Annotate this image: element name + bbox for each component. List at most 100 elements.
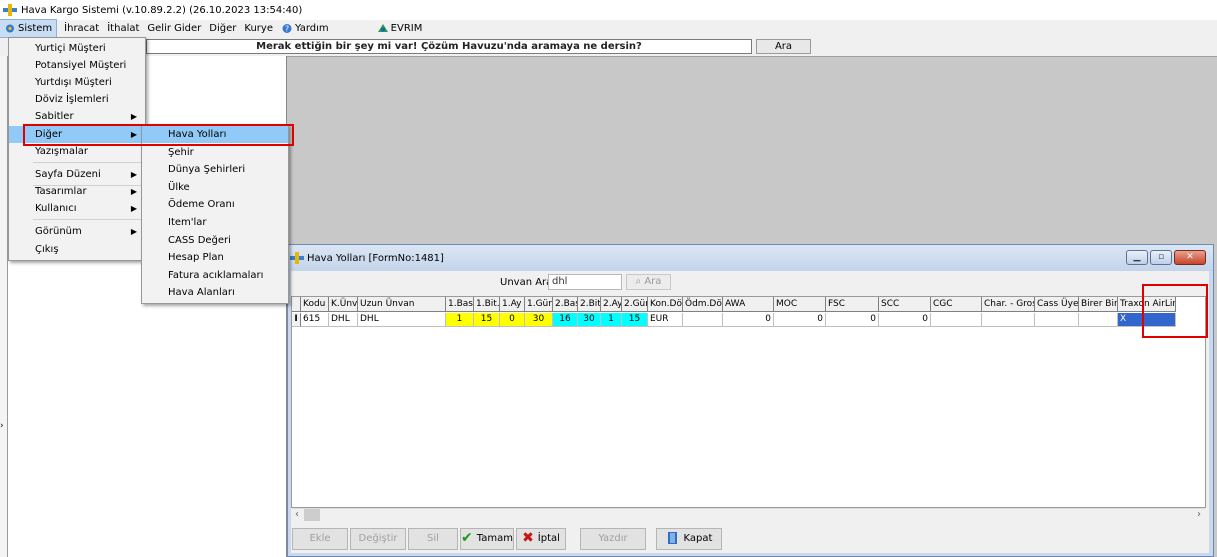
menu-evrim[interactable]: EVRIM	[373, 20, 427, 37]
menu-ithalat[interactable]: İthalat	[103, 20, 143, 37]
sil-button[interactable]: Sil	[408, 528, 458, 550]
grid-cell[interactable]: 30	[578, 313, 601, 327]
sistem-menu-item-7[interactable]: Sayfa Düzeni ▶	[9, 166, 145, 183]
column-header[interactable]: Char. - Gross	[982, 297, 1035, 312]
scroll-right-icon[interactable]: ›	[1197, 508, 1201, 522]
sistem-menu-item-4[interactable]: Sabitler ▶	[9, 108, 145, 125]
menu-gelir-gider[interactable]: Gelir Gider	[143, 20, 205, 37]
diger-submenu-item-2[interactable]: Dünya Şehirleri	[142, 161, 288, 178]
column-header[interactable]: 2.Bas	[553, 297, 578, 312]
grid-cell[interactable]: 0	[500, 313, 525, 327]
left-edge-panel	[0, 56, 8, 557]
diger-submenu-item-4[interactable]: Ödeme Oranı	[142, 196, 288, 213]
diger-submenu-item-8[interactable]: Fatura acıklamaları	[142, 267, 288, 284]
menu-kurye[interactable]: Kurye	[240, 20, 277, 37]
sistem-dropdown-menu: Yurtiçi Müşteri Potansiyel Müşteri Yurtdış…	[8, 37, 146, 261]
column-header[interactable]: FSC	[826, 297, 879, 312]
check-icon: ✔	[461, 530, 473, 546]
column-header[interactable]: Cass Üyesi	[1035, 297, 1079, 312]
diger-submenu-item-6[interactable]: CASS Değeri	[142, 232, 288, 249]
sistem-menu-item-10[interactable]: Görünüm ▶	[9, 223, 145, 240]
menu-bar: Sistem İhracat İthalat Gelir Gider Diğer…	[0, 19, 1217, 38]
grid-cell[interactable]: DHL	[329, 313, 358, 327]
grid-cell[interactable]: 0	[723, 313, 774, 327]
grid-cell[interactable]: 0	[879, 313, 931, 327]
menu-diger[interactable]: Diğer	[205, 20, 240, 37]
app-title-bar: Hava Kargo Sistemi (v.10.89.2.2) (26.10.…	[0, 0, 1217, 20]
grid-cell[interactable]: 615	[301, 313, 329, 327]
grid-cell[interactable]: 30	[525, 313, 553, 327]
column-header[interactable]: MOC	[774, 297, 826, 312]
row-indicator: I	[292, 313, 301, 327]
airlines-grid[interactable]: I Kodu 615 K.Ünv. DHL Uzun Ünvan DHL 1.Bas. 1 1.B…	[291, 296, 1206, 508]
column-header[interactable]: 2.Bit	[578, 297, 601, 312]
column-header[interactable]: SCC	[879, 297, 931, 312]
grid-cell[interactable]: DHL	[358, 313, 446, 327]
grid-cell[interactable]	[683, 313, 723, 327]
unvan-search-input[interactable]: dhl	[548, 274, 622, 290]
sistem-menu-item-1[interactable]: Potansiyel Müşteri	[9, 57, 145, 74]
grid-cell[interactable]: 1	[446, 313, 474, 327]
scrollbar-thumb[interactable]	[304, 509, 320, 521]
sistem-gear-icon	[6, 24, 14, 33]
diger-submenu-item-9[interactable]: Hava Alanları	[142, 284, 288, 301]
svg-text:?: ?	[285, 25, 289, 34]
search-input[interactable]: Merak ettiğin bir şey mi var! Çözüm Havu…	[146, 39, 752, 54]
column-header[interactable]: Ödm.Döv.	[683, 297, 723, 312]
grid-cell[interactable]: 16	[553, 313, 578, 327]
column-header[interactable]: 1.Gün	[525, 297, 553, 312]
minimize-button[interactable]: ▁	[1126, 250, 1148, 265]
column-header[interactable]: AWA	[723, 297, 774, 312]
column-header[interactable]: CGC	[931, 297, 982, 312]
ekle-button[interactable]: Ekle	[292, 528, 348, 550]
highlight-annotation-hava-yollari	[23, 124, 294, 146]
tamam-button[interactable]: ✔ Tamam	[460, 528, 514, 550]
column-header[interactable]: 2.Gün	[622, 297, 648, 312]
horizontal-scrollbar[interactable]	[292, 508, 1205, 522]
grid-cell[interactable]: 15	[474, 313, 500, 327]
column-header[interactable]: Uzun Ünvan	[358, 297, 446, 312]
grid-cell[interactable]	[1035, 313, 1079, 327]
iptal-button[interactable]: ✖ İptal	[516, 528, 566, 550]
submenu-arrow-icon: ▶	[130, 112, 137, 121]
menu-sistem[interactable]: Sistem	[0, 19, 58, 38]
grid-cell[interactable]	[1079, 313, 1118, 327]
degistir-button[interactable]: Değiştir	[350, 528, 406, 550]
scroll-left-icon[interactable]: ‹	[295, 508, 299, 522]
diger-submenu-item-5[interactable]: Item'lar	[142, 214, 288, 231]
yazdir-button[interactable]: Yazdır	[580, 528, 646, 550]
menu-yardim[interactable]: ? Yardım	[277, 20, 333, 37]
expand-arrow-icon[interactable]: ›	[0, 420, 8, 432]
menu-ihracat[interactable]: İhracat	[60, 20, 103, 37]
maximize-button[interactable]: ▫	[1150, 250, 1172, 265]
column-header[interactable]: 1.Bas.	[446, 297, 474, 312]
column-header[interactable]: 1.Bit.	[474, 297, 500, 312]
sistem-menu-item-0[interactable]: Yurtiçi Müşteri	[9, 40, 145, 57]
search-button[interactable]: Ara	[756, 39, 811, 54]
menu-separator	[33, 162, 141, 163]
column-header[interactable]: 2.Ay	[601, 297, 622, 312]
column-header[interactable]: K.Ünv.	[329, 297, 358, 312]
sistem-menu-item-11[interactable]: Çıkış	[9, 241, 145, 258]
sistem-menu-item-3[interactable]: Döviz İşlemleri	[9, 91, 145, 108]
kapat-button[interactable]: Kapat	[656, 528, 722, 550]
grid-cell[interactable]: 1	[601, 313, 622, 327]
column-header[interactable]: Kodu	[301, 297, 329, 312]
grid-cell[interactable]: 0	[826, 313, 879, 327]
diger-submenu-item-1[interactable]: Şehir	[142, 144, 288, 161]
diger-submenu-item-3[interactable]: Ülke	[142, 179, 288, 196]
column-header[interactable]: 1.Ay	[500, 297, 525, 312]
grid-cell[interactable]: EUR	[648, 313, 683, 327]
column-header[interactable]: Kon.Döv.	[648, 297, 683, 312]
grid-cell[interactable]: 0	[774, 313, 826, 327]
grid-cell[interactable]: 15	[622, 313, 648, 327]
grid-cell[interactable]	[982, 313, 1035, 327]
sistem-menu-item-2[interactable]: Yurtdışı Müşteri	[9, 74, 145, 91]
diger-submenu-item-7[interactable]: Hesap Plan	[142, 249, 288, 266]
close-button[interactable]: ✕	[1174, 250, 1206, 265]
unvan-search-button[interactable]: ⌕ Ara	[626, 274, 671, 290]
column-header[interactable]: Birer Birer	[1079, 297, 1118, 312]
grid-cell[interactable]	[931, 313, 982, 327]
sistem-menu-item-9[interactable]: Kullanıcı ▶	[9, 200, 145, 217]
door-exit-icon	[667, 532, 677, 544]
